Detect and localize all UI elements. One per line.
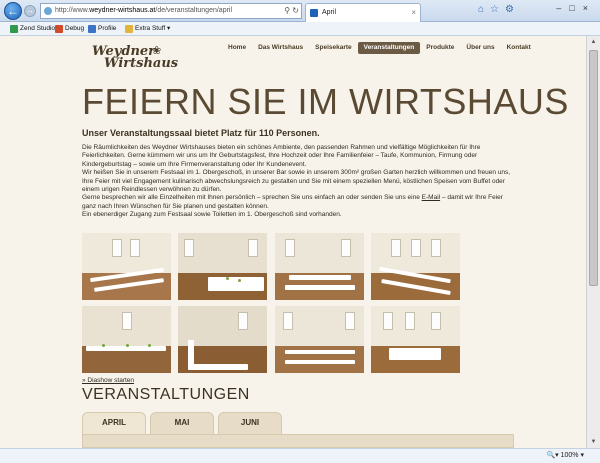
- toolbar-icons[interactable]: ⌂☆⚙: [478, 4, 520, 15]
- favorite-debug[interactable]: Debug: [55, 24, 84, 34]
- page-title: FEIERN SIE IM WIRTSHAUS: [82, 81, 569, 122]
- logo-line2: Wirtshaus: [104, 56, 179, 71]
- email-link[interactable]: E-Mail: [422, 194, 440, 201]
- favorite-icon: [55, 25, 63, 33]
- globe-icon: [44, 7, 52, 15]
- favicon-icon: [310, 9, 318, 17]
- forward-arrow-icon[interactable]: →: [24, 5, 36, 17]
- page-subtitle: Unser Veranstaltungssaal bietet Platz fü…: [82, 128, 320, 138]
- favorite-extra-stuff[interactable]: Extra Stuff ▾: [125, 24, 170, 34]
- month-tabs: APRIL MAI JUNI: [82, 408, 514, 448]
- gallery-photo[interactable]: [371, 306, 460, 373]
- status-bar: 🔍▾ 100% ▾: [0, 448, 600, 463]
- zoom-level[interactable]: 🔍▾ 100% ▾: [546, 451, 584, 459]
- address-bar[interactable]: http://www.weydner-wirtshaus.at/de/veran…: [40, 3, 302, 19]
- nav-produkte[interactable]: Produkte: [420, 42, 460, 54]
- favorite-icon: [10, 25, 18, 33]
- tab-title: April: [322, 9, 337, 16]
- favorite-icon: [88, 25, 96, 33]
- gallery-photo[interactable]: [371, 233, 460, 300]
- browser-tab[interactable]: April ×: [305, 3, 421, 22]
- nav-kontakt[interactable]: Kontakt: [501, 42, 537, 54]
- description-text: Die Räumlichkeiten des Weydner Wirtshaus…: [82, 144, 514, 220]
- window-controls[interactable]: –□×: [556, 3, 596, 13]
- gallery-photo[interactable]: [82, 306, 171, 373]
- site-logo[interactable]: Weydner Wirtshaus ❀: [92, 44, 182, 71]
- nav-ueber-uns[interactable]: Über uns: [460, 42, 500, 54]
- nav-veranstaltungen[interactable]: Veranstaltungen: [357, 42, 421, 54]
- url-path: /de/veranstaltungen/april: [155, 7, 233, 14]
- zoom-value: 100%: [560, 452, 579, 459]
- browser-titlebar: ← → http://www.weydner-wirtshaus.at/de/v…: [0, 0, 600, 22]
- favorite-icon: [125, 25, 133, 33]
- tab-panel: [82, 434, 514, 448]
- url-domain: weydner-wirtshaus.at: [89, 7, 156, 14]
- scroll-down-icon[interactable]: ▼: [587, 436, 600, 448]
- slideshow-link[interactable]: » Diashow starten: [82, 377, 134, 384]
- paragraph-4: Ein ebenerdiger Zugang zum Festsaal sowi…: [82, 211, 342, 219]
- gallery-photo[interactable]: [178, 233, 267, 300]
- search-refresh-icons[interactable]: ⚲ ↻: [284, 4, 299, 18]
- url-prefix: http://www.: [55, 7, 90, 14]
- vertical-scrollbar[interactable]: ▲ ▼: [586, 36, 600, 448]
- main-navigation: Home Das Wirtshaus Speisekarte Veranstal…: [222, 42, 537, 54]
- favorites-bar: Zend Studio Debug Profile Extra Stuff ▾: [0, 22, 600, 36]
- paragraph-3: Gerne besprechen wir alle Einzelheiten m…: [82, 194, 514, 211]
- web-page: Weydner Wirtshaus ❀ Home Das Wirtshaus S…: [0, 36, 586, 448]
- paragraph-3-start: Gerne besprechen wir alle Einzelheiten m…: [82, 194, 420, 202]
- antler-icon: ❀: [152, 45, 162, 57]
- favorite-profile[interactable]: Profile: [88, 24, 116, 34]
- nav-das-wirtshaus[interactable]: Das Wirtshaus: [252, 42, 309, 54]
- paragraph-2: Wir heißen Sie in unserem Festsaal im 1.…: [82, 169, 512, 194]
- gallery-photo[interactable]: [178, 306, 267, 373]
- tab-april[interactable]: APRIL: [82, 412, 146, 436]
- nav-home[interactable]: Home: [222, 42, 252, 54]
- gallery-photo[interactable]: [275, 233, 364, 300]
- paragraph-1: Die Räumlichkeiten des Weydner Wirtshaus…: [82, 144, 483, 168]
- gallery-photo[interactable]: [82, 233, 171, 300]
- scroll-up-icon[interactable]: ▲: [587, 36, 600, 48]
- close-tab-icon[interactable]: ×: [411, 4, 416, 21]
- events-heading: VERANSTALTUNGEN: [82, 386, 250, 403]
- favorite-zend-studio[interactable]: Zend Studio: [10, 24, 55, 34]
- photo-gallery: [82, 233, 462, 373]
- tab-juni[interactable]: JUNI: [218, 412, 282, 434]
- scrollbar-thumb[interactable]: [589, 50, 598, 286]
- tab-mai[interactable]: MAI: [150, 412, 214, 434]
- back-arrow-icon[interactable]: ←: [4, 2, 22, 20]
- gallery-photo[interactable]: [275, 306, 364, 373]
- nav-speisekarte[interactable]: Speisekarte: [309, 42, 358, 54]
